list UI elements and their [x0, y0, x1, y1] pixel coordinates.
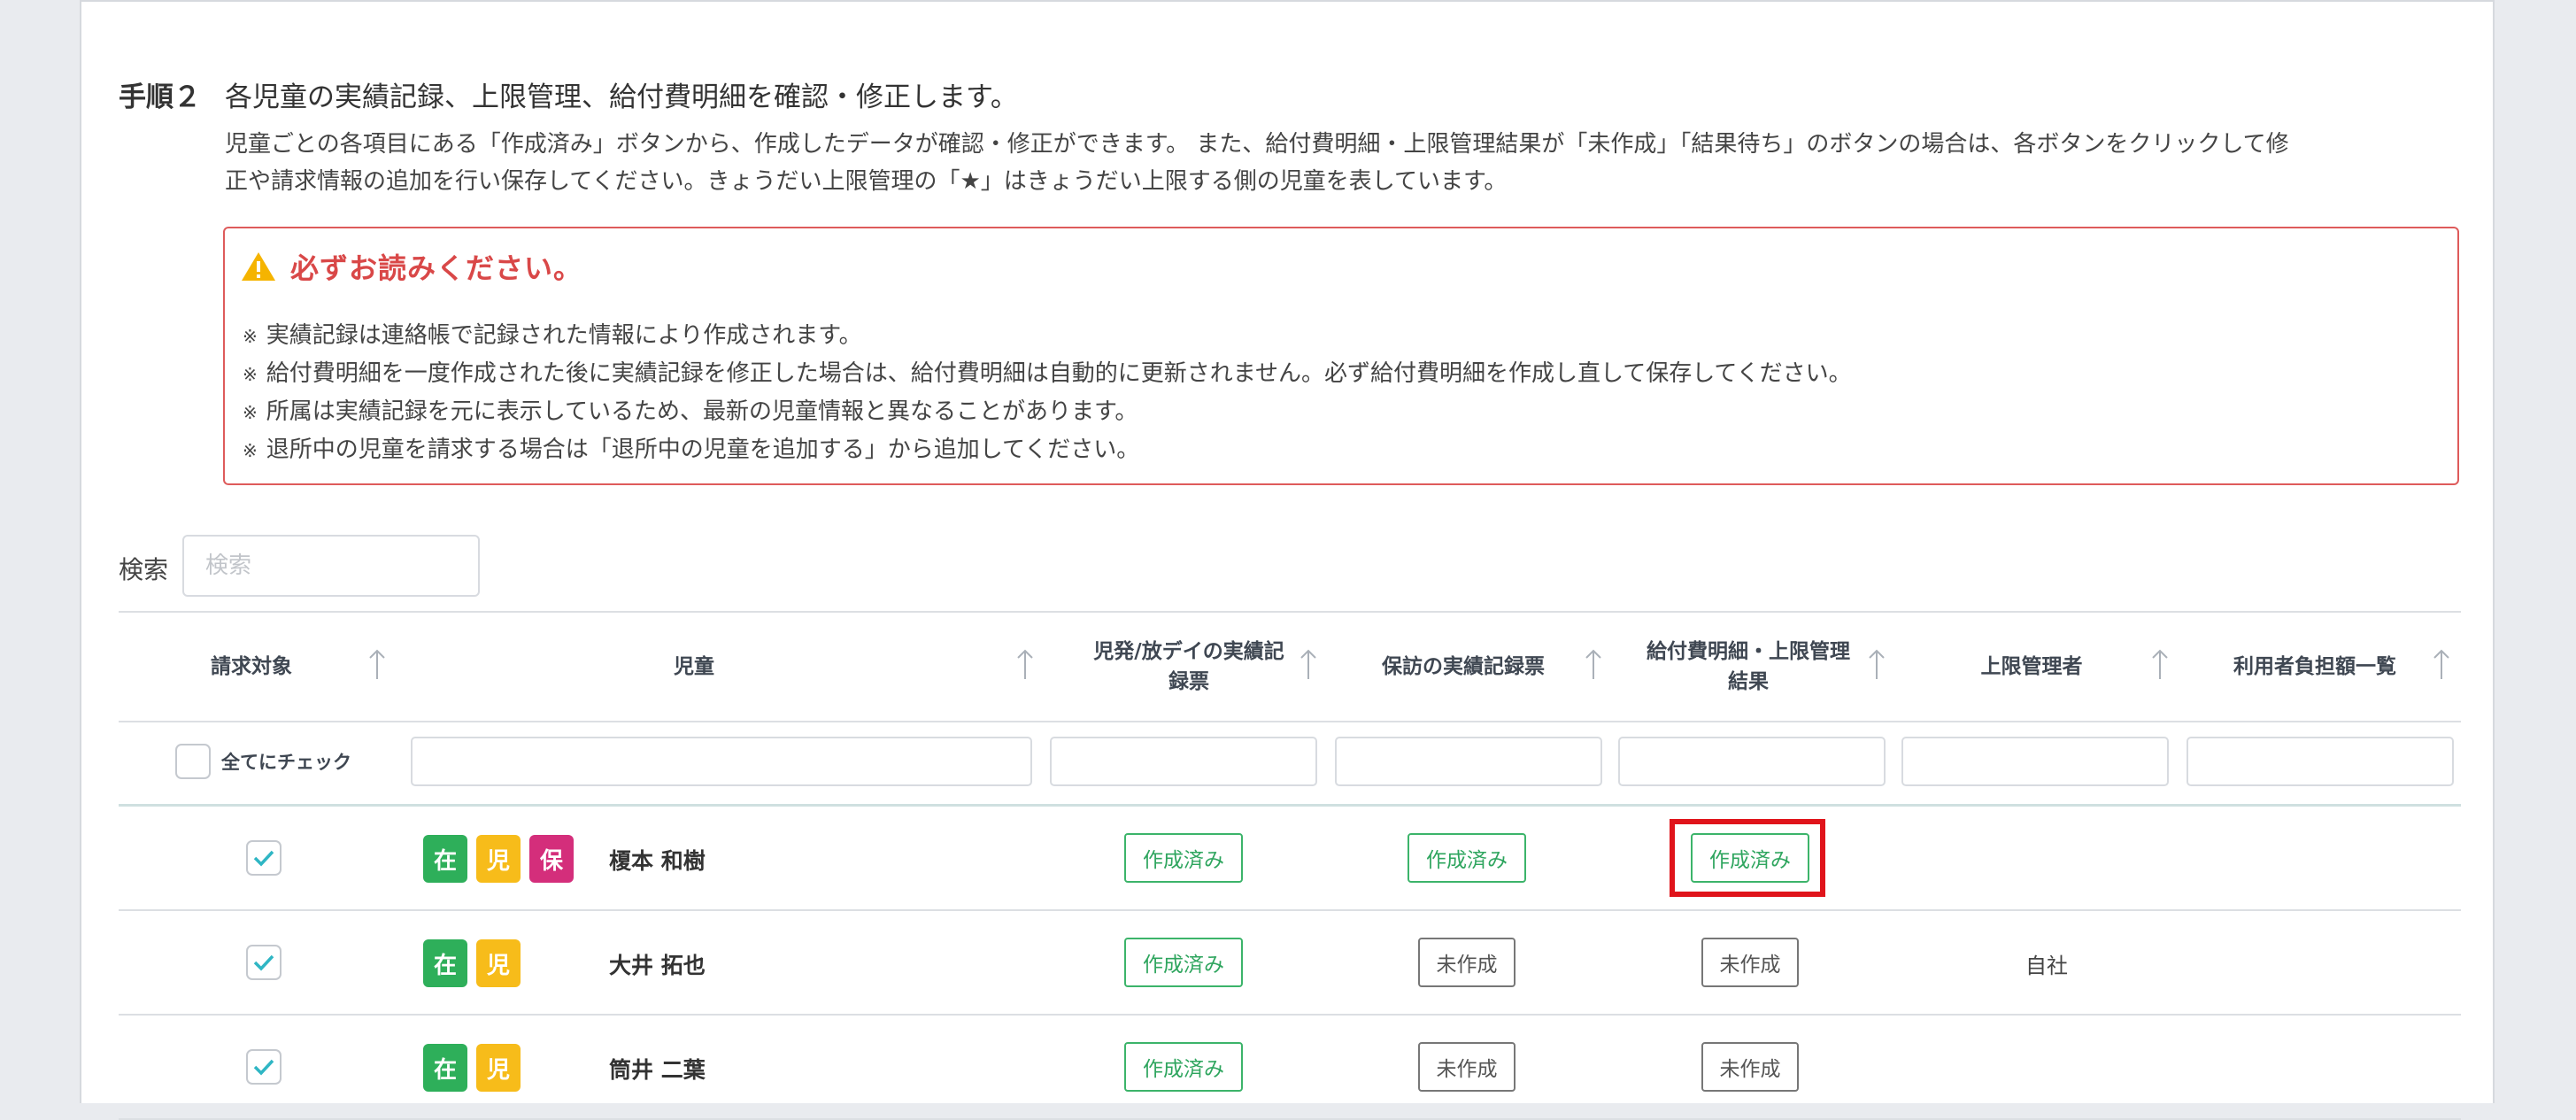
main-panel: 手順２ 各児童の実績記録、上限管理、給付費明細を確認・修正します。 児童ごとの各…	[80, 0, 2495, 1120]
check-all[interactable]: 全てにチェック	[175, 744, 351, 779]
header-record2[interactable]: 保訪の実績記録票	[1335, 613, 1592, 721]
filter-benefit-input[interactable]	[1618, 737, 1886, 786]
billing-table: 請求対象 児童 児発/放デイの実績記 録票 保訪の実績記録票 給付費明細・上限管理…	[119, 611, 2461, 1120]
header-manager[interactable]: 上限管理者	[1903, 613, 2160, 721]
manager-value: 自社	[2025, 954, 2068, 978]
search-label: 検索	[119, 555, 169, 584]
filter-burden-input[interactable]	[2187, 737, 2454, 786]
child-name[interactable]: 大井 拓也	[609, 948, 706, 980]
badge-child: 児	[476, 939, 521, 987]
warning-list: ※ 実績記録は連絡帳で記録された情報により作成されます。 ※ 給付費明細を一度作成さ…	[243, 317, 1852, 469]
record1-button[interactable]: 作成済み	[1124, 938, 1243, 987]
badge-nursery: 保	[529, 835, 574, 883]
warning-item: ※ 給付費明細を一度作成された後に実績記録を修正した場合は、給付費明細は自動的に更…	[243, 360, 1852, 387]
badge-enrolled: 在	[423, 1044, 467, 1092]
header-target[interactable]: 請求対象	[119, 613, 384, 721]
record1-button[interactable]: 作成済み	[1124, 1042, 1243, 1092]
row-checkbox[interactable]	[246, 945, 282, 980]
sort-arrow-icon[interactable]	[1868, 648, 1886, 682]
warning-header: 必ずお読みください。	[241, 246, 582, 287]
table-row: 在 児 筒井 二葉 作成済み 未作成 未作成	[119, 1016, 2461, 1120]
badge-child: 児	[476, 835, 521, 883]
search-input[interactable]	[182, 535, 480, 597]
table-row: 在 児 大井 拓也 作成済み 未作成 未作成 自社	[119, 911, 2461, 1016]
filter-manager-input[interactable]	[1901, 737, 2169, 786]
status-badges: 在 児 保	[423, 835, 582, 883]
header-benefit[interactable]: 給付費明細・上限管理 結果	[1620, 613, 1877, 721]
check-all-label: 全てにチェック	[221, 752, 351, 773]
badge-enrolled: 在	[423, 939, 467, 987]
step-description-line: 正や請求情報の追加を行い保存してください。きょうだい上限管理の「★」はきょうだい…	[225, 168, 1508, 195]
sort-arrow-icon[interactable]	[1300, 648, 1317, 682]
child-name[interactable]: 榎本 和樹	[609, 844, 706, 876]
row-checkbox[interactable]	[246, 840, 282, 876]
header-burden[interactable]: 利用者負担額一覧	[2187, 613, 2443, 721]
warning-item: ※ 実績記録は連絡帳で記録された情報により作成されます。	[243, 322, 862, 349]
status-badges: 在 児	[423, 939, 529, 987]
row-checkbox[interactable]	[246, 1049, 282, 1085]
record1-button[interactable]: 作成済み	[1124, 833, 1243, 883]
warning-icon	[242, 252, 275, 281]
checkmark-icon	[253, 850, 274, 867]
step-description-line: 児童ごとの各項目にある「作成済み」ボタンから、作成したデータが確認・修正ができま…	[225, 131, 2289, 158]
benefit-button[interactable]: 未作成	[1701, 938, 1799, 987]
step-description: 児童ごとの各項目にある「作成済み」ボタンから、作成したデータが確認・修正ができま…	[225, 126, 2456, 200]
table-header-row: 請求対象 児童 児発/放デイの実績記 録票 保訪の実績記録票 給付費明細・上限管理…	[119, 611, 2461, 722]
record2-button[interactable]: 未作成	[1418, 1042, 1516, 1092]
record2-button[interactable]: 作成済み	[1408, 833, 1526, 883]
sort-arrow-icon[interactable]	[368, 648, 386, 682]
badge-child: 児	[476, 1044, 521, 1092]
check-all-checkbox[interactable]	[175, 744, 211, 779]
sort-arrow-icon[interactable]	[2433, 648, 2450, 682]
filter-row: 全てにチェック	[119, 722, 2461, 807]
warning-title: 必ずお読みください。	[290, 251, 583, 285]
filter-record1-input[interactable]	[1050, 737, 1317, 786]
sort-arrow-icon[interactable]	[1585, 648, 1602, 682]
warning-item: ※ 所属は実績記録を元に表示しているため、最新の児童情報と異なることがあります。	[243, 398, 1138, 425]
checkmark-icon	[253, 954, 274, 971]
table-row: 在 児 保 榎本 和樹 作成済み 作成済み 作成済み	[119, 807, 2461, 911]
sort-arrow-icon[interactable]	[2151, 648, 2169, 682]
step-label: 手順２	[119, 81, 201, 113]
sort-arrow-icon[interactable]	[1016, 648, 1034, 682]
step-title: 各児童の実績記録、上限管理、給付費明細を確認・修正します。	[225, 81, 1018, 113]
child-name[interactable]: 筒井 二葉	[609, 1053, 706, 1085]
benefit-button[interactable]: 未作成	[1701, 1042, 1799, 1092]
status-badges: 在 児	[423, 1044, 529, 1092]
warning-box: 必ずお読みください。 ※ 実績記録は連絡帳で記録された情報により作成されます。 ※…	[223, 227, 2459, 485]
header-child[interactable]: 児童	[402, 613, 986, 721]
highlight-box	[1670, 819, 1825, 897]
warning-item: ※ 退所中の児童を請求する場合は「退所中の児童を追加する」から追加してください。	[243, 436, 1140, 463]
filter-record2-input[interactable]	[1335, 737, 1602, 786]
checkmark-icon	[253, 1059, 274, 1076]
badge-enrolled: 在	[423, 835, 467, 883]
header-record1[interactable]: 児発/放デイの実績記 録票	[1060, 613, 1317, 721]
filter-child-input[interactable]	[411, 737, 1032, 786]
record2-button[interactable]: 未作成	[1418, 938, 1516, 987]
